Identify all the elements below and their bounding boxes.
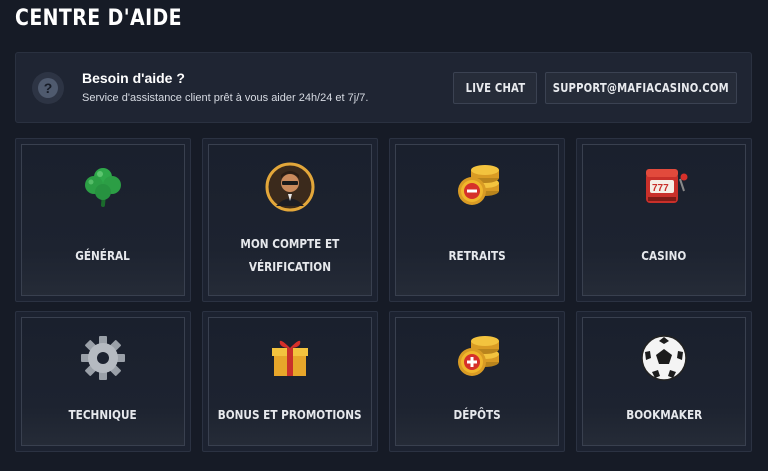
page-title: CENTRE D'AIDE — [15, 6, 183, 31]
help-description: Service d'assistance client prêt à vous … — [82, 92, 369, 104]
category-deposits[interactable]: DÉPÔTS — [389, 311, 565, 452]
slot-machine-icon: 777 — [646, 169, 688, 203]
live-chat-button[interactable]: LIVE CHAT — [453, 72, 537, 104]
category-account-verification[interactable]: MON COMPTE ET VÉRIFICATION — [202, 138, 378, 302]
category-bonus-promotions[interactable]: BONUS ET PROMOTIONS — [202, 311, 378, 452]
category-label: RETRAITS — [448, 248, 506, 263]
svg-text:777: 777 — [652, 183, 669, 194]
category-label: DÉPÔTS — [453, 407, 501, 422]
category-label: VÉRIFICATION — [248, 259, 332, 274]
gear-icon — [81, 336, 125, 380]
category-casino[interactable]: 777 CASINO — [576, 138, 752, 302]
clover-icon — [85, 168, 121, 207]
category-label: BOOKMAKER — [626, 407, 702, 422]
category-label: BONUS ET PROMOTIONS — [218, 407, 362, 422]
category-withdrawals[interactable]: RETRAITS — [389, 138, 565, 302]
category-label: TECHNIQUE — [68, 407, 138, 422]
help-banner: ? Besoin d'aide ? Service d'assistance c… — [15, 52, 752, 123]
category-label: GÉNÉRAL — [75, 248, 131, 263]
coins-plus-icon — [458, 336, 499, 376]
question-circle-icon: ? — [32, 72, 64, 104]
category-label: MON COMPTE ET — [240, 236, 340, 251]
gift-icon — [272, 340, 308, 376]
category-general[interactable]: GÉNÉRAL — [15, 138, 191, 302]
category-technical[interactable]: TECHNIQUE — [15, 311, 191, 452]
support-email-button[interactable]: SUPPORT@MAFIACASINO.COM — [545, 72, 737, 104]
category-label: CASINO — [641, 248, 687, 263]
help-title: Besoin d'aide ? — [82, 70, 185, 86]
avatar-icon — [265, 162, 315, 212]
category-bookmaker[interactable]: BOOKMAKER — [576, 311, 752, 452]
soccer-ball-icon — [641, 335, 687, 381]
coins-minus-icon — [458, 165, 499, 205]
